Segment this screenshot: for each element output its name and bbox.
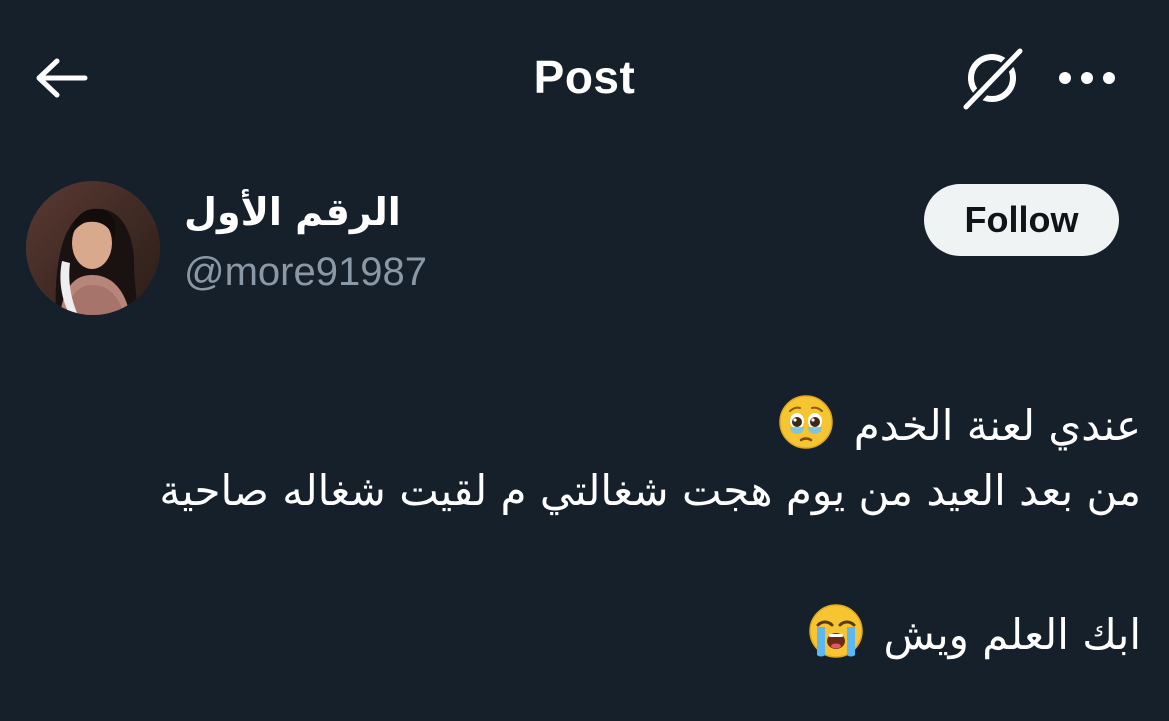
post-text-segment: ابك العلم ويش — [883, 610, 1141, 659]
avatar[interactable] — [26, 181, 160, 315]
post-text-segment: عندي لعنة الخدم — [853, 401, 1141, 450]
more-horizontal-icon — [1059, 72, 1115, 84]
grok-button[interactable] — [952, 42, 1032, 114]
post-text-line-3: ابك العلم ويش — [808, 603, 1141, 659]
top-bar: Post — [0, 0, 1169, 150]
post-text-line-1: عندي لعنة الخدم — [778, 394, 1141, 450]
post-screen: Post الرقم الأول @more91987 Follow عندي … — [0, 0, 1169, 721]
post-text-line-2: من بعد العيد من يوم هجت شغالتي م لقيت شغ… — [159, 466, 1141, 515]
loudly-crying-face-icon — [809, 604, 863, 658]
author-handle[interactable]: @more91987 — [184, 250, 427, 295]
more-options-button[interactable] — [1052, 52, 1122, 104]
follow-button[interactable]: Follow — [924, 184, 1119, 256]
profile-photo — [26, 181, 160, 315]
author-display-name[interactable]: الرقم الأول — [184, 190, 401, 234]
grok-icon — [962, 45, 1026, 111]
face-holding-back-tears-icon — [779, 395, 834, 449]
